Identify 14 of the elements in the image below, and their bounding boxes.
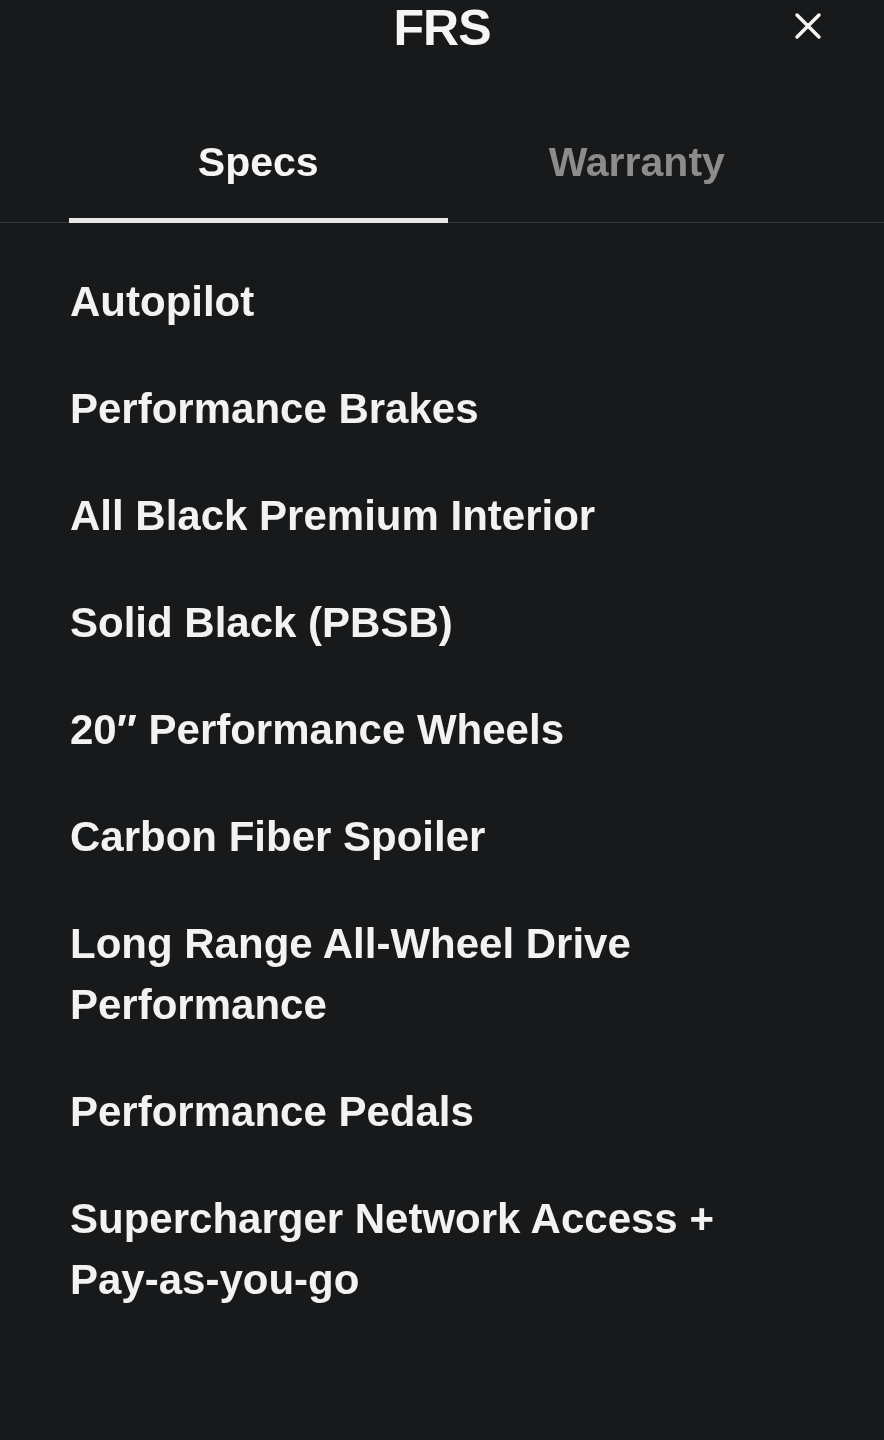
spec-item: Supercharger Network Access + Pay-as-you-go — [70, 1194, 715, 1305]
spec-item: Autopilot — [70, 277, 256, 327]
spec-item: Performance Pedals — [70, 1087, 475, 1137]
tab[interactable]: Specs — [69, 106, 448, 223]
spec-item: Carbon Fiber Spoiler — [70, 812, 487, 862]
spec-item: Solid Black (PBSB) — [70, 598, 454, 648]
tab[interactable]: Warranty — [447, 106, 826, 223]
spec-item: Performance Brakes — [70, 384, 480, 434]
close-button[interactable] — [794, 12, 822, 40]
spec-item: 20″ Performance Wheels — [70, 705, 565, 755]
spec-item: Long Range All-Wheel Drive Performance — [70, 919, 632, 1030]
close-icon — [794, 12, 822, 40]
page-title: FRS — [393, 0, 491, 56]
spec-item: All Black Premium Interior — [70, 491, 597, 541]
